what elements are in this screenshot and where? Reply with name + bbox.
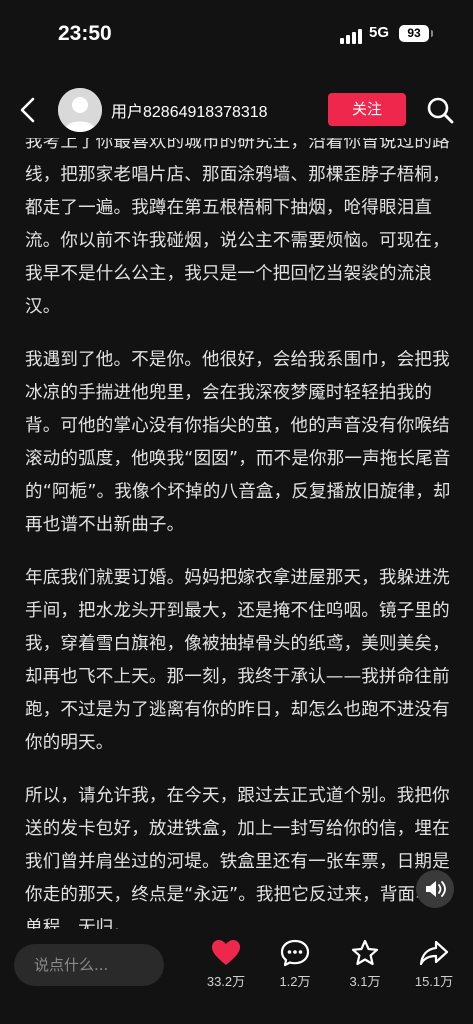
status-bar: 23:50 5G 93 bbox=[0, 0, 473, 70]
comment-input[interactable]: 说点什么... bbox=[14, 944, 164, 986]
favorite-button[interactable]: 3.1万 bbox=[342, 939, 388, 990]
header: 用户82864918378318 关注 bbox=[0, 84, 473, 136]
like-button[interactable]: 33.2万 bbox=[203, 939, 249, 990]
share-button[interactable]: 15.1万 bbox=[411, 939, 457, 990]
follow-button[interactable]: 关注 bbox=[328, 93, 406, 126]
comment-bubble-icon bbox=[280, 939, 310, 967]
article-paragraph: 我考上了你最喜欢的城市的研究生，沿着你曾说过的路线，把那家老唱片店、那面涂鸦墙、… bbox=[25, 138, 450, 317]
back-arrow-icon[interactable] bbox=[14, 94, 44, 126]
network-type: 5G bbox=[369, 24, 390, 41]
share-count: 15.1万 bbox=[414, 974, 454, 989]
status-time: 23:50 bbox=[58, 22, 112, 45]
article-body[interactable]: 我考上了你最喜欢的城市的研究生，沿着你曾说过的路线，把那家老唱片店、那面涂鸦墙、… bbox=[25, 138, 453, 934]
signal-icon bbox=[340, 28, 362, 44]
speaker-icon[interactable] bbox=[416, 870, 454, 908]
screen: 23:50 5G 93 用户82864918378318 关注 我考上了你最喜欢… bbox=[0, 0, 473, 1024]
article-paragraph: 年底我们就要订婚。妈妈把嫁衣拿进屋那天，我躲进洗手间，把水龙头开到最大，还是掩不… bbox=[25, 568, 450, 753]
comment-button[interactable]: 1.2万 bbox=[272, 939, 318, 990]
comment-count: 1.2万 bbox=[279, 974, 311, 989]
article-paragraph: 所以，请允许我，在今天，跟过去正式道个别。我把你送的发卡包好，放进铁盒，加上一封… bbox=[25, 786, 451, 934]
article-paragraph: 我遇到了他。不是你。他很好，会给我系围巾，会把我冰凉的手揣进他兜里，会在我深夜梦… bbox=[25, 350, 451, 535]
favorite-count: 3.1万 bbox=[349, 974, 381, 989]
avatar-icon[interactable] bbox=[58, 88, 102, 132]
like-count: 33.2万 bbox=[206, 974, 246, 989]
heart-icon bbox=[212, 940, 240, 965]
battery-icon: 93 bbox=[399, 25, 433, 42]
search-icon[interactable] bbox=[424, 94, 456, 126]
battery-level: 93 bbox=[407, 26, 421, 40]
bottom-action-bar: 说点什么... 33.2万 1.2万 3.1万 15.1万 bbox=[0, 929, 473, 1024]
share-arrow-icon bbox=[419, 940, 449, 966]
username[interactable]: 用户82864918378318 bbox=[111, 98, 268, 122]
star-icon bbox=[351, 939, 379, 966]
